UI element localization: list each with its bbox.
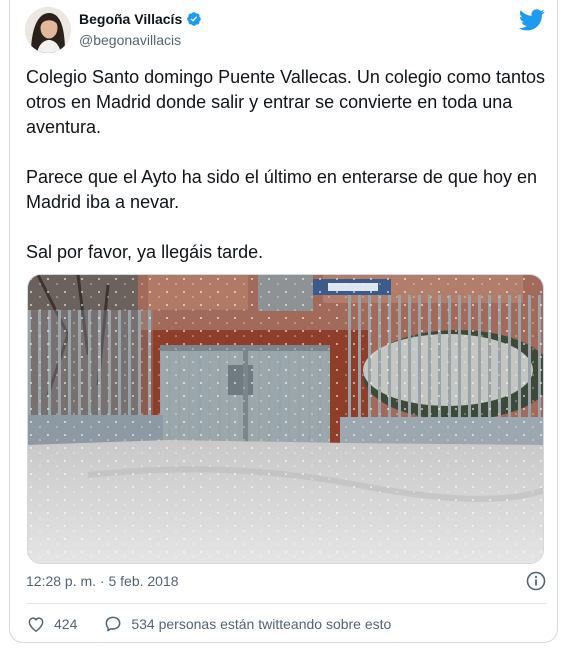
tweet-photo[interactable] [27,274,544,564]
snowy-school-gate-image [28,275,543,563]
divider [26,603,546,604]
avatar[interactable] [25,7,71,53]
like-count: 424 [54,616,78,632]
tweet-actions: 424 534 personas están twitteando sobre … [26,612,391,636]
info-icon[interactable] [526,571,546,591]
tweet-paragraph: Sal por favor, ya llegáis tarde. [26,242,264,262]
tweet-meta: 12:28 p. m. · 5 feb. 2018 [26,571,546,591]
tweet-timestamp[interactable]: 12:28 p. m. · 5 feb. 2018 [26,573,179,589]
tweet-text: Colegio Santo domingo Puente Vallecas. U… [26,65,546,290]
conversation-button[interactable]: 534 personas están twitteando sobre esto [103,614,391,634]
like-button[interactable]: 424 [26,614,77,634]
tweet-card: Begoña Villacís @begonavillacis Colegio … [9,0,558,643]
talking-text: 534 personas están twitteando sobre esto [131,616,392,632]
user-name[interactable]: Begoña Villacís [79,11,182,27]
tweet-paragraph: Colegio Santo domingo Puente Vallecas. U… [26,67,545,137]
verified-badge-icon [187,12,202,26]
twitter-bird-icon[interactable] [519,9,545,31]
avatar-image [25,7,71,53]
speech-bubble-icon [105,616,121,632]
tweet-paragraph: Parece que el Ayto ha sido el último en … [26,167,538,212]
user-handle[interactable]: @begonavillacis [79,32,181,48]
heart-icon [28,617,44,632]
tweet-header: Begoña Villacís @begonavillacis [25,7,545,57]
